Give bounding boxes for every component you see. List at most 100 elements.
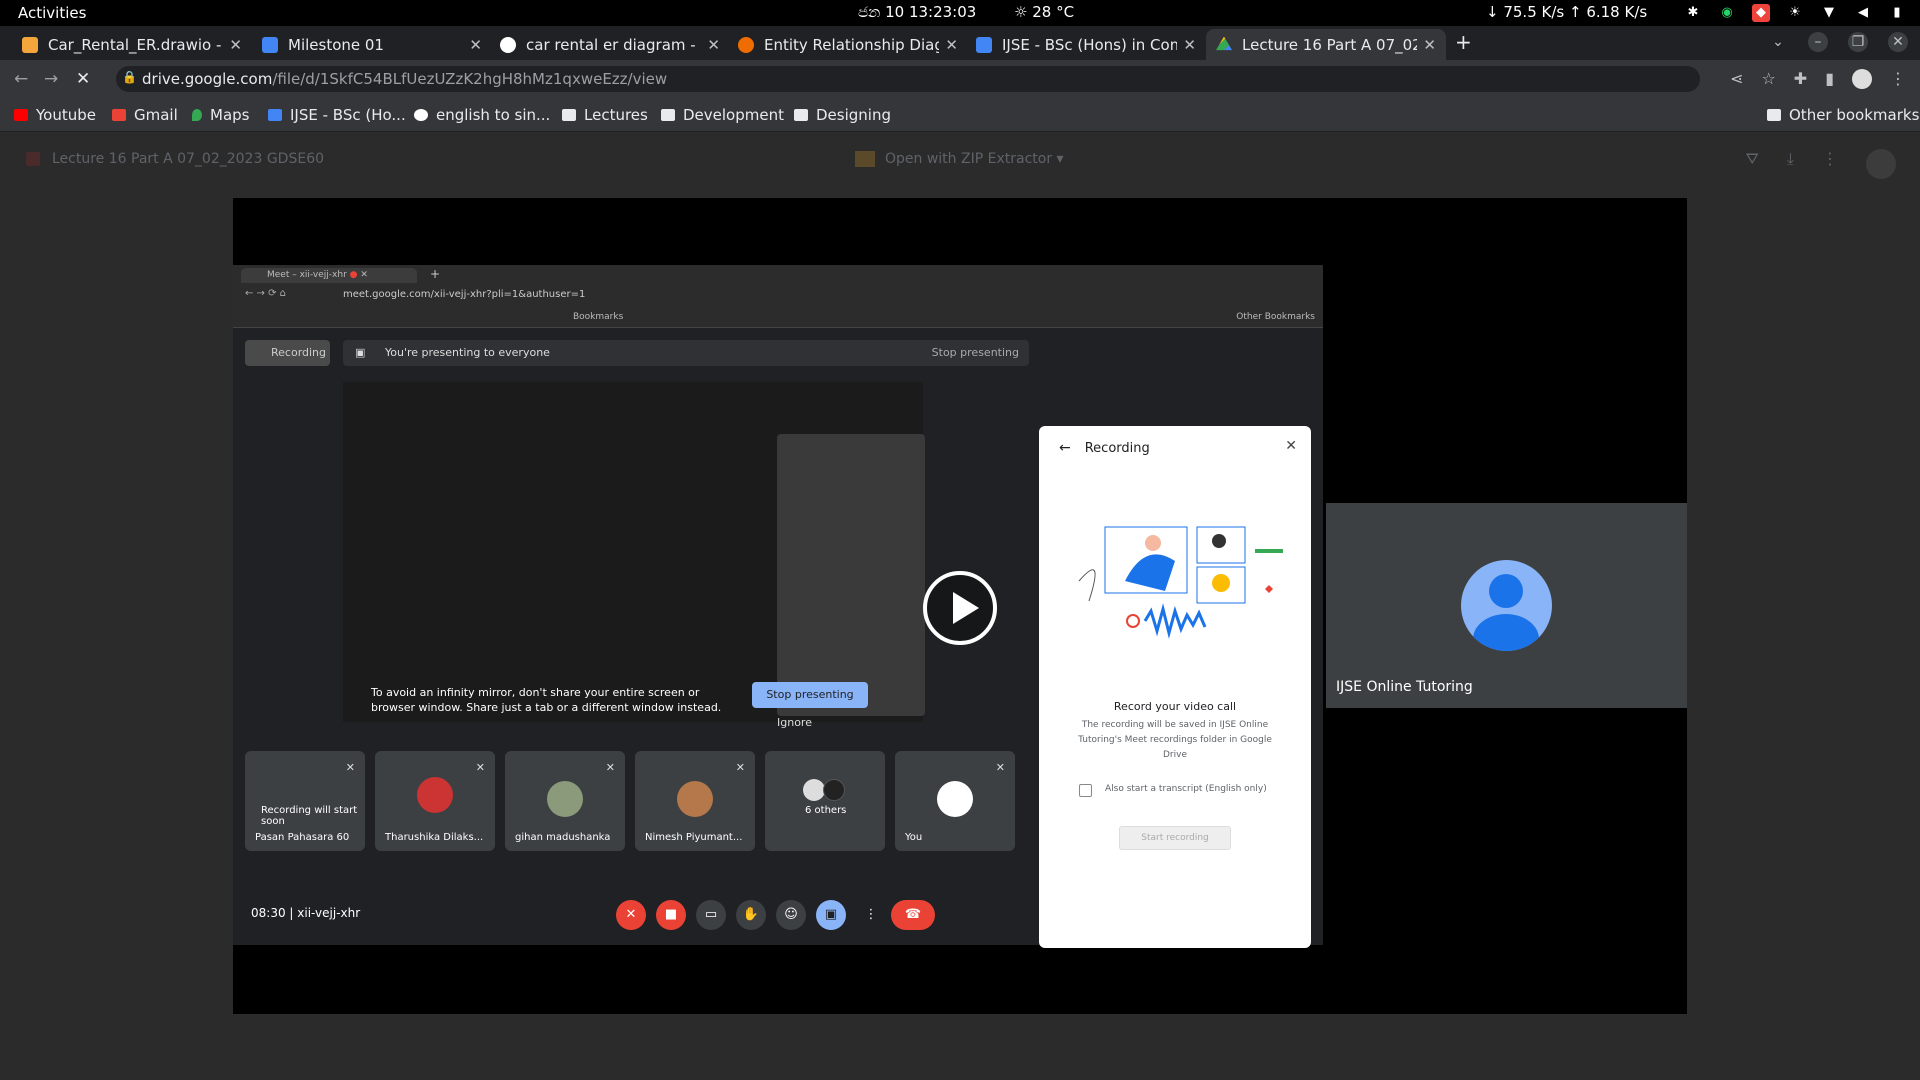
- clock[interactable]: ජන 10 13:23:03: [858, 3, 976, 21]
- gmail-icon: [112, 109, 126, 121]
- other-bookmarks[interactable]: Other bookmarks: [1767, 106, 1919, 124]
- participant-name: Pasan Pahasara 60: [255, 832, 350, 843]
- tab-milestone[interactable]: Milestone 01 ✕: [252, 29, 492, 60]
- open-with-button[interactable]: Open with ZIP Extractor ▾: [855, 151, 1064, 167]
- bookmark-maps[interactable]: Maps: [192, 106, 249, 124]
- back-icon[interactable]: ←: [14, 69, 28, 89]
- bookmark-folder-lectures[interactable]: Lectures: [562, 106, 648, 124]
- classroom-icon: [268, 109, 282, 121]
- activities-button[interactable]: Activities: [18, 4, 86, 22]
- browser-toolbar: ← → ✕ 🔒 drive.google.com/file/d/1SkfC54B…: [0, 60, 1920, 98]
- meeting-code: xii-vejj-xhr: [297, 906, 361, 920]
- zip-extractor-icon: [855, 151, 875, 167]
- play-button-icon[interactable]: [923, 571, 997, 645]
- wifi-icon[interactable]: ▼: [1820, 4, 1838, 22]
- mic-off-icon: ✕: [345, 761, 355, 774]
- end-call-icon: ☎: [891, 900, 935, 930]
- profile-avatar[interactable]: [1852, 69, 1872, 89]
- close-tab-icon[interactable]: ✕: [945, 36, 958, 54]
- transcript-label: Also start a transcript (English only): [1105, 784, 1267, 794]
- participant-name: Tharushika Dilaks...: [385, 832, 484, 843]
- brightness-icon[interactable]: ☀: [1786, 4, 1804, 22]
- url-path: /file/d/1SkfC54BLfUezUZzK2hgH8hMz1qxweEz…: [272, 70, 668, 88]
- bookmark-youtube[interactable]: Youtube: [14, 106, 96, 124]
- drawio-favicon-icon: [22, 36, 38, 53]
- bookmark-gmail[interactable]: Gmail: [112, 106, 178, 124]
- bookmark-folder-designing[interactable]: Designing: [794, 106, 891, 124]
- close-icon: ✕: [1285, 438, 1297, 454]
- tab-er-diagram[interactable]: Entity Relationship Diagr ✕: [728, 29, 968, 60]
- recording-panel-header: ← Recording: [1059, 440, 1150, 456]
- close-tab-icon[interactable]: ✕: [469, 36, 482, 54]
- start-recording-button: Start recording: [1119, 826, 1231, 850]
- close-tab-icon[interactable]: ✕: [707, 36, 720, 54]
- tab-title: IJSE - BSc (Hons) in Comp: [1002, 35, 1178, 54]
- bookmark-ijse[interactable]: IJSE - BSc (Ho...: [268, 106, 406, 124]
- close-tab-icon[interactable]: ✕: [1183, 36, 1196, 54]
- bookmark-label: Youtube: [36, 106, 96, 124]
- weather[interactable]: ☼ 28 °C: [1014, 3, 1074, 21]
- ijse-logo-avatar: [937, 781, 973, 817]
- participant-tile: ✕ gihan madushanka: [505, 751, 625, 851]
- system-tray: ✱ ◉ ◆ ☀ ▼ ◀ ▮: [1684, 4, 1906, 22]
- side-panel-icon[interactable]: ▮: [1825, 69, 1834, 89]
- transcript-checkbox: [1079, 784, 1092, 797]
- tab-ijse[interactable]: IJSE - BSc (Hons) in Comp ✕: [966, 29, 1206, 60]
- bookmark-label: Development: [683, 106, 784, 124]
- bookmark-label: IJSE - BSc (Ho...: [290, 106, 406, 124]
- bookmark-label: english to sin...: [436, 106, 551, 124]
- anydesk-icon[interactable]: ◆: [1752, 4, 1770, 22]
- share-icon[interactable]: ⋖: [1730, 69, 1743, 89]
- participant-avatar: [803, 779, 825, 801]
- app-indicator-icon[interactable]: ✱: [1684, 4, 1702, 22]
- emoji-icon: ☺: [776, 900, 806, 930]
- mirror-recording-panel: [777, 434, 925, 716]
- bookmark-label: Maps: [210, 106, 250, 124]
- tab-lecture-video[interactable]: Lecture 16 Part A 07_02_2 ✕: [1206, 29, 1446, 60]
- close-tab-icon[interactable]: ✕: [229, 36, 242, 54]
- meeting-time: 08:30: [251, 906, 286, 920]
- volume-icon[interactable]: ◀: [1854, 4, 1872, 22]
- battery-icon[interactable]: ▮: [1888, 4, 1906, 22]
- recording-dot-icon: ●: [349, 270, 358, 280]
- recorded-url: meet.google.com/xii-vejj-xhr?pli=1&authu…: [343, 289, 586, 300]
- stop-loading-icon[interactable]: ✕: [76, 69, 90, 89]
- whatsapp-icon[interactable]: ◉: [1718, 4, 1736, 22]
- tab-google-search[interactable]: car rental er diagram - Go ✕: [490, 29, 730, 60]
- add-to-drive-icon[interactable]: ⛛: [1745, 149, 1758, 179]
- new-tab-icon[interactable]: +: [1455, 30, 1472, 54]
- address-bar[interactable]: 🔒 drive.google.com/file/d/1SkfC54BLfUezU…: [116, 66, 1700, 92]
- more-options-icon: ⋮: [864, 907, 878, 922]
- presenting-banner: ▣ You're presenting to everyone Stop pre…: [343, 340, 1029, 366]
- minimize-icon[interactable]: –: [1808, 32, 1828, 52]
- lock-icon[interactable]: 🔒: [122, 70, 137, 84]
- recording-pill: Recording: [245, 340, 330, 366]
- google-favicon-icon: [500, 36, 516, 53]
- forward-icon[interactable]: →: [44, 69, 58, 89]
- more-actions-icon[interactable]: ⋮: [1822, 149, 1838, 179]
- restore-icon[interactable]: ❐: [1848, 32, 1868, 52]
- mic-off-icon: ✕: [475, 761, 485, 774]
- participant-avatar: [417, 777, 453, 813]
- classroom-favicon-icon: [262, 36, 278, 53]
- folder-icon: [562, 109, 576, 121]
- video-player[interactable]: Meet – xii-vejj-xhr ● ✕ + ← → ⟳ ⌂ meet.g…: [233, 198, 1687, 1014]
- close-window-icon[interactable]: ✕: [1888, 32, 1908, 52]
- bookmark-folder-development[interactable]: Development: [661, 106, 784, 124]
- bookmarks-bar: Youtube Gmail Maps IJSE - BSc (Ho... eng…: [0, 98, 1920, 132]
- tab-search-icon[interactable]: ⌄: [1768, 32, 1788, 52]
- tab-car-rental-drawio[interactable]: Car_Rental_ER.drawio - d ✕: [12, 29, 252, 60]
- close-tab-icon[interactable]: ✕: [1423, 36, 1436, 54]
- download-icon[interactable]: ⤓: [1787, 149, 1794, 179]
- presenting-text: You're presenting to everyone: [385, 346, 550, 359]
- window-controls: ⌄ – ❐ ✕: [1768, 32, 1908, 52]
- meet-call: Recording ▣ You're presenting to everyon…: [233, 328, 1323, 948]
- account-avatar[interactable]: [1866, 149, 1896, 179]
- extensions-icon[interactable]: ✚: [1794, 69, 1807, 89]
- back-arrow-icon: ←: [1059, 440, 1071, 456]
- bookmark-star-icon[interactable]: ☆: [1761, 69, 1775, 89]
- toolbar-actions: ⋖ ☆ ✚ ▮ ⋮: [1730, 69, 1906, 89]
- menu-kebab-icon[interactable]: ⋮: [1890, 69, 1906, 89]
- bookmark-translate[interactable]: english to sin...: [414, 106, 550, 124]
- participant-tile: ✕ Nimesh Piyumant...: [635, 751, 755, 851]
